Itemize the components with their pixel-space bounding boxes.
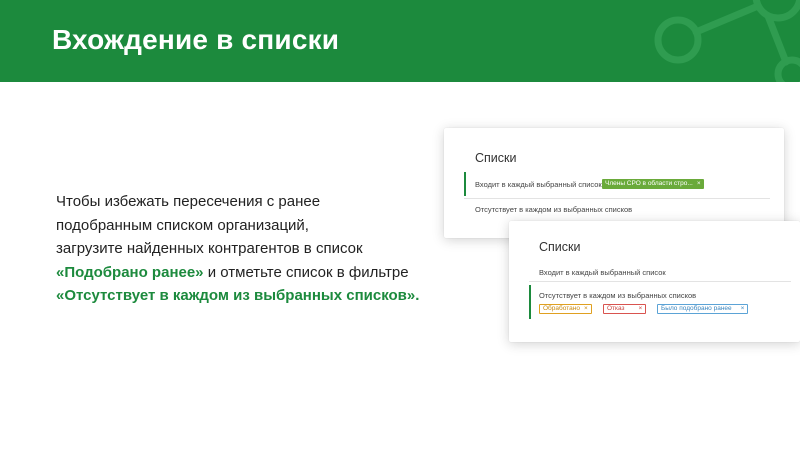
highlight-list-name: «Подобрано ранее» bbox=[56, 263, 204, 281]
list-tag[interactable]: Отказ × bbox=[603, 304, 647, 314]
list-tag-label: Обработано bbox=[543, 305, 580, 312]
remove-tag-icon[interactable]: × bbox=[639, 305, 643, 312]
card-title: Списки bbox=[475, 151, 517, 165]
slide-header: Вхождение в списки bbox=[0, 0, 800, 82]
filter-includes-label[interactable]: Входит в каждый выбранный список bbox=[475, 180, 602, 189]
divider bbox=[464, 198, 770, 199]
list-tag-label: Было подобрано ранее bbox=[661, 305, 732, 312]
instruction-text: Чтобы избежать пересечения с ранее подоб… bbox=[56, 190, 456, 308]
instruction-line: подобранным списком организаций, bbox=[56, 216, 309, 234]
instruction-line: Чтобы избежать пересечения с ранее bbox=[56, 193, 321, 210]
filter-excludes-label[interactable]: Отсутствует в каждом из выбранных списко… bbox=[539, 291, 696, 300]
lists-filter-card-2: Списки Входит в каждый выбранный список … bbox=[509, 221, 800, 342]
list-tag[interactable]: Члены СРО в области стро... × bbox=[602, 179, 704, 189]
list-tag-label: Члены СРО в области стро... bbox=[605, 180, 693, 187]
list-tag-label: Отказ bbox=[607, 305, 625, 312]
active-row-indicator bbox=[529, 285, 531, 319]
slide-title: Вхождение в списки bbox=[52, 24, 340, 55]
active-row-indicator bbox=[464, 172, 466, 196]
divider bbox=[529, 281, 791, 282]
list-tag[interactable]: Обработано × bbox=[539, 304, 592, 314]
instruction-line: и отметьте список в фильтре bbox=[203, 263, 409, 281]
filter-includes-label[interactable]: Входит в каждый выбранный список bbox=[539, 268, 666, 277]
list-tag[interactable]: Было подобрано ранее × bbox=[657, 304, 749, 314]
molecule-decoration-icon bbox=[654, 0, 800, 82]
card-title: Списки bbox=[539, 240, 581, 254]
remove-tag-icon[interactable]: × bbox=[697, 180, 701, 187]
instruction-line: загрузите найденных контрагентов в списо… bbox=[56, 240, 363, 258]
remove-tag-icon[interactable]: × bbox=[584, 305, 588, 312]
filter-excludes-label[interactable]: Отсутствует в каждом из выбранных списко… bbox=[475, 205, 632, 214]
remove-tag-icon[interactable]: × bbox=[741, 305, 745, 312]
highlight-filter-name: «Отсутствует в каждом из выбранных списк… bbox=[56, 287, 420, 305]
